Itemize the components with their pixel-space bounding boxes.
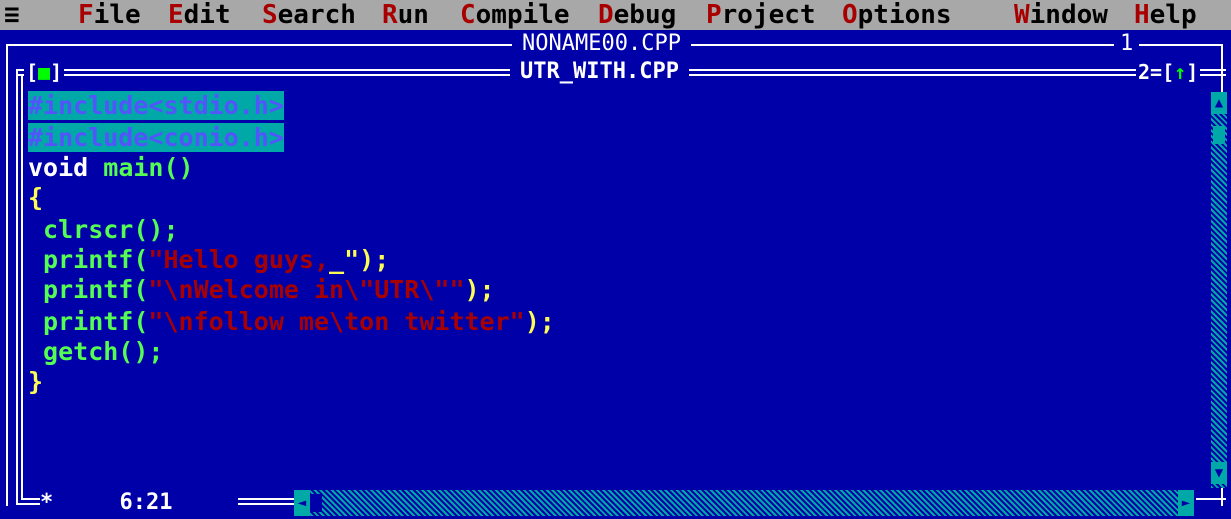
menu-bar: ≡ File Edit Search Run Compile Debug Pro… <box>0 0 1231 30</box>
window-close-box[interactable]: [■] <box>24 60 65 84</box>
code-line-9: getch(); <box>28 337 164 366</box>
back-window-number: 1 <box>1114 30 1140 58</box>
code-line-8: printf("\nfollow me\ton twitter"); <box>28 307 555 336</box>
code-line-1: #include<stdio.h> <box>28 91 284 120</box>
front-frame-bottom-mid2 <box>238 503 294 505</box>
scroll-right-icon[interactable]: ► <box>1178 490 1194 516</box>
code-line-6: printf("Hello guys,_"); <box>28 245 390 274</box>
code-line-5: clrscr(); <box>28 215 179 244</box>
scroll-up-icon[interactable]: ▲ <box>1211 92 1227 114</box>
horizontal-scroll-thumb[interactable] <box>310 494 322 512</box>
menu-help[interactable]: Help <box>1134 0 1197 30</box>
window-number-zoom[interactable]: 2=[↑] <box>1136 60 1201 84</box>
menu-run[interactable]: Run <box>382 0 429 30</box>
code-line-10: } <box>28 367 44 396</box>
vertical-scrollbar[interactable]: ▲ ▼ <box>1211 92 1227 488</box>
status-line: * 6:21 <box>40 488 173 518</box>
code-line-4: { <box>28 183 44 212</box>
front-frame-bottom-mid <box>238 498 294 500</box>
menu-edit[interactable]: Edit <box>168 0 231 30</box>
front-frame-bottom-right <box>1196 498 1226 500</box>
menu-debug[interactable]: Debug <box>598 0 676 30</box>
system-menu[interactable]: ≡ <box>4 0 20 30</box>
code-editor[interactable]: #include<stdio.h> #include<conio.h> void… <box>28 90 1208 490</box>
close-box-icon: ■ <box>38 60 51 84</box>
back-window-title[interactable]: NONAME00.CPP <box>512 30 691 58</box>
front-window-title[interactable]: UTR_WITH.CPP <box>510 58 689 86</box>
menu-file[interactable]: File <box>78 0 141 30</box>
menu-project[interactable]: Project <box>706 0 816 30</box>
back-window-left-border <box>6 44 8 506</box>
front-frame-left-outer <box>16 69 18 505</box>
front-frame-left-inner <box>21 74 23 500</box>
menu-options[interactable]: Options <box>842 0 952 30</box>
scroll-left-icon[interactable]: ◄ <box>294 490 310 516</box>
code-line-3: void main() <box>28 153 194 182</box>
menu-window[interactable]: Window <box>1014 0 1108 30</box>
scroll-down-icon[interactable]: ▼ <box>1211 462 1227 484</box>
code-line-2: #include<conio.h> <box>28 123 284 152</box>
menu-compile[interactable]: Compile <box>460 0 570 30</box>
text-cursor: _ <box>329 245 345 274</box>
zoom-arrow-icon: ↑ <box>1174 60 1187 84</box>
horizontal-scrollbar[interactable]: ◄ ► <box>294 490 1194 516</box>
scroll-thumb[interactable] <box>1213 126 1225 144</box>
code-line-7: printf("\nWelcome in\"UTR\""); <box>28 275 495 304</box>
menu-search[interactable]: Search <box>262 0 356 30</box>
modified-indicator: * <box>40 490 54 515</box>
cursor-position: 6:21 <box>119 490 173 515</box>
